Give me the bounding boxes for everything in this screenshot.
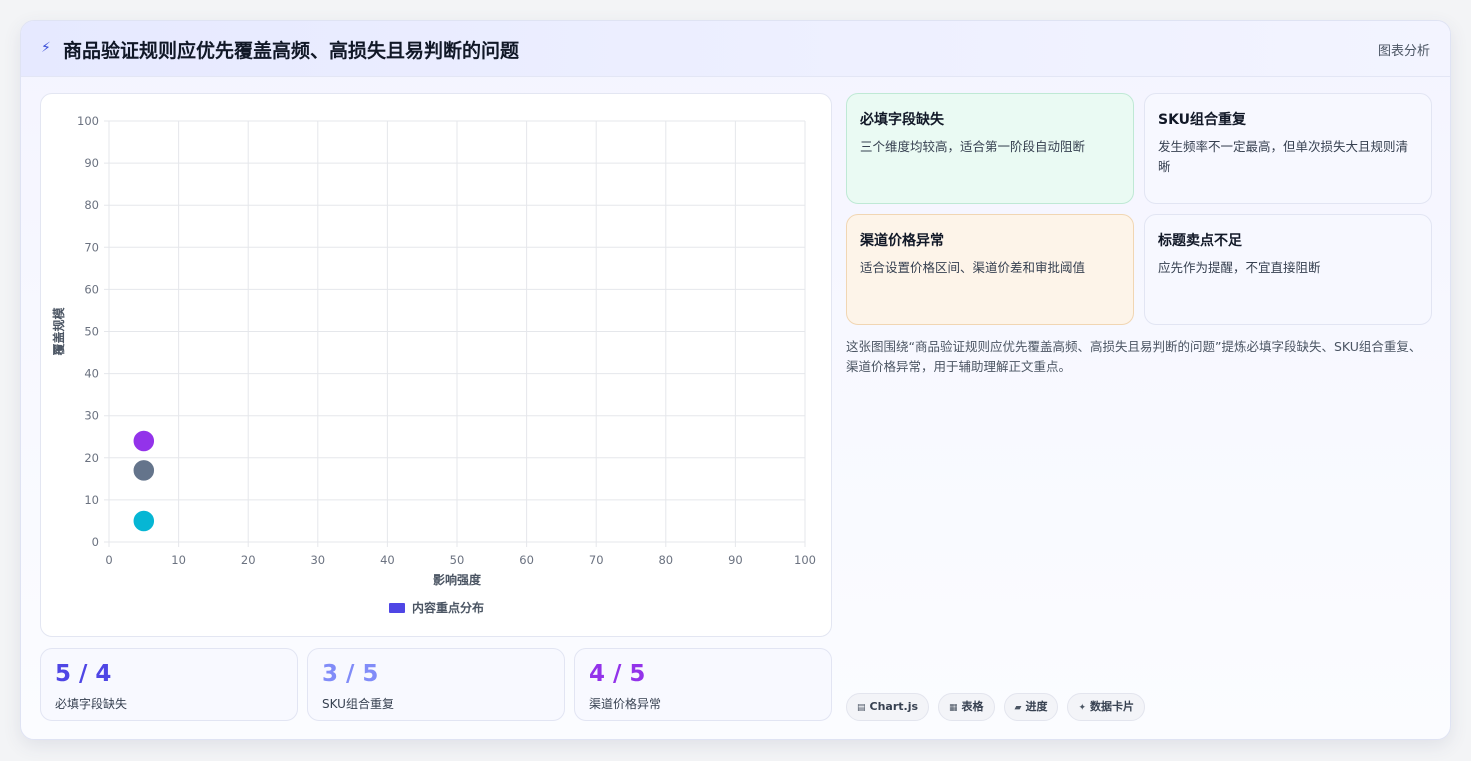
info-card-title-selling-points: 标题卖点不足 应先作为提醒，不宜直接阻断	[1144, 214, 1432, 325]
x-tick-label: 70	[589, 553, 604, 567]
x-axis-label: 影响强度	[433, 572, 482, 587]
chip-data-card[interactable]: ✦ 数据卡片	[1067, 693, 1146, 721]
x-tick-label: 0	[105, 553, 112, 567]
stat-card-channel-price: 4 / 5 渠道价格异常	[574, 648, 832, 721]
y-tick-label: 90	[84, 156, 99, 170]
info-card-sku-duplicate: SKU组合重复 发生频率不一定最高，但单次损失大且规则清晰	[1144, 93, 1432, 204]
chip-table[interactable]: ▦ 表格	[938, 693, 995, 721]
analysis-card: ⚡ 商品验证规则应优先覆盖高频、高损失且易判断的问题 图表分析 0 10 20 30 4…	[20, 20, 1451, 740]
x-tick-label: 20	[241, 553, 256, 567]
y-tick-label: 20	[84, 451, 99, 465]
y-tick-label: 10	[84, 493, 99, 507]
data-point	[132, 429, 156, 453]
feature-chips: ▤ Chart.js ▦ 表格 ▰ 进度 ✦ 数据卡片	[846, 693, 1146, 721]
stat-value: 4 / 5	[589, 661, 646, 687]
y-axis-label: 覆盖规模	[51, 307, 66, 357]
scatter-chart: 0 10 20 30 40 50 60 70 80 90 100 0 10 20 30 40 50 60 70 80 9…	[40, 93, 832, 637]
sparkle-icon: ✦	[1078, 703, 1087, 713]
x-tick-label: 90	[728, 553, 743, 567]
y-tick-label: 60	[84, 282, 99, 296]
table-icon: ▦	[949, 703, 958, 713]
y-tick-label: 30	[84, 409, 99, 423]
info-card-desc: 适合设置价格区间、渠道价差和审批阈值	[860, 260, 1086, 275]
stat-label: 必填字段缺失	[55, 697, 128, 711]
chip-label: 进度	[1025, 700, 1048, 713]
y-tick-label: 40	[84, 367, 99, 381]
progress-icon: ▰	[1014, 703, 1022, 713]
info-card-channel-price: 渠道价格异常 适合设置价格区间、渠道价差和审批阈值	[846, 214, 1134, 325]
x-tick-label: 30	[310, 553, 325, 567]
info-card-title: 标题卖点不足	[1158, 233, 1242, 249]
x-tick-label: 80	[658, 553, 673, 567]
stat-label: SKU组合重复	[322, 697, 394, 711]
bolt-icon: ⚡	[41, 40, 51, 56]
chip-label: Chart.js	[869, 700, 919, 713]
info-card-desc: 三个维度均较高，适合第一阶段自动阻断	[860, 139, 1086, 154]
chip-progress[interactable]: ▰ 进度	[1003, 693, 1059, 721]
info-card-title: 渠道价格异常	[860, 233, 944, 249]
x-tick-label: 100	[794, 553, 816, 567]
x-tick-label: 50	[450, 553, 465, 567]
info-card-required-fields: 必填字段缺失 三个维度均较高，适合第一阶段自动阻断	[846, 93, 1134, 204]
y-tick-label: 0	[92, 535, 99, 549]
y-tick-label: 100	[77, 114, 99, 128]
y-tick-label: 70	[84, 240, 99, 254]
stat-card-sku-duplicate: 3 / 5 SKU组合重复	[307, 648, 565, 721]
data-point	[132, 458, 156, 483]
info-card-desc: 发生频率不一定最高，但单次损失大且规则清晰	[1158, 139, 1409, 174]
info-card-title: 必填字段缺失	[860, 112, 944, 128]
stat-value: 5 / 4	[55, 661, 112, 687]
y-tick-label: 50	[84, 325, 99, 339]
page-title: 商品验证规则应优先覆盖高频、高损失且易判断的问题	[63, 40, 520, 62]
chart-svg: 0 10 20 30 40 50 60 70 80 90 100 0 10 20 30 40 50 60 70 80 9…	[51, 114, 816, 615]
stat-card-required-fields: 5 / 4 必填字段缺失	[40, 648, 298, 721]
card-header: ⚡ 商品验证规则应优先覆盖高频、高损失且易判断的问题 图表分析	[21, 21, 1450, 77]
stat-value: 3 / 5	[322, 661, 379, 687]
chart-icon: ▤	[857, 703, 866, 713]
data-point	[132, 509, 156, 533]
x-tick-label: 40	[380, 553, 395, 567]
legend-swatch	[389, 603, 405, 613]
chip-label: 数据卡片	[1090, 700, 1135, 713]
legend-label: 内容重点分布	[412, 600, 484, 615]
chart-analysis-tag: 图表分析	[1377, 44, 1430, 59]
chip-label: 表格	[961, 700, 984, 713]
x-tick-label: 10	[171, 553, 186, 567]
stat-label: 渠道价格异常	[589, 697, 662, 711]
chart-summary: 这张图围绕“商品验证规则应优先覆盖高频、高损失且易判断的问题”提炼必填字段缺失、…	[846, 339, 1422, 374]
x-tick-label: 60	[519, 553, 534, 567]
y-tick-label: 80	[84, 198, 99, 212]
info-card-title: SKU组合重复	[1158, 112, 1247, 128]
info-card-desc: 应先作为提醒，不宜直接阻断	[1158, 260, 1321, 275]
chip-chartjs[interactable]: ▤ Chart.js	[846, 693, 930, 721]
